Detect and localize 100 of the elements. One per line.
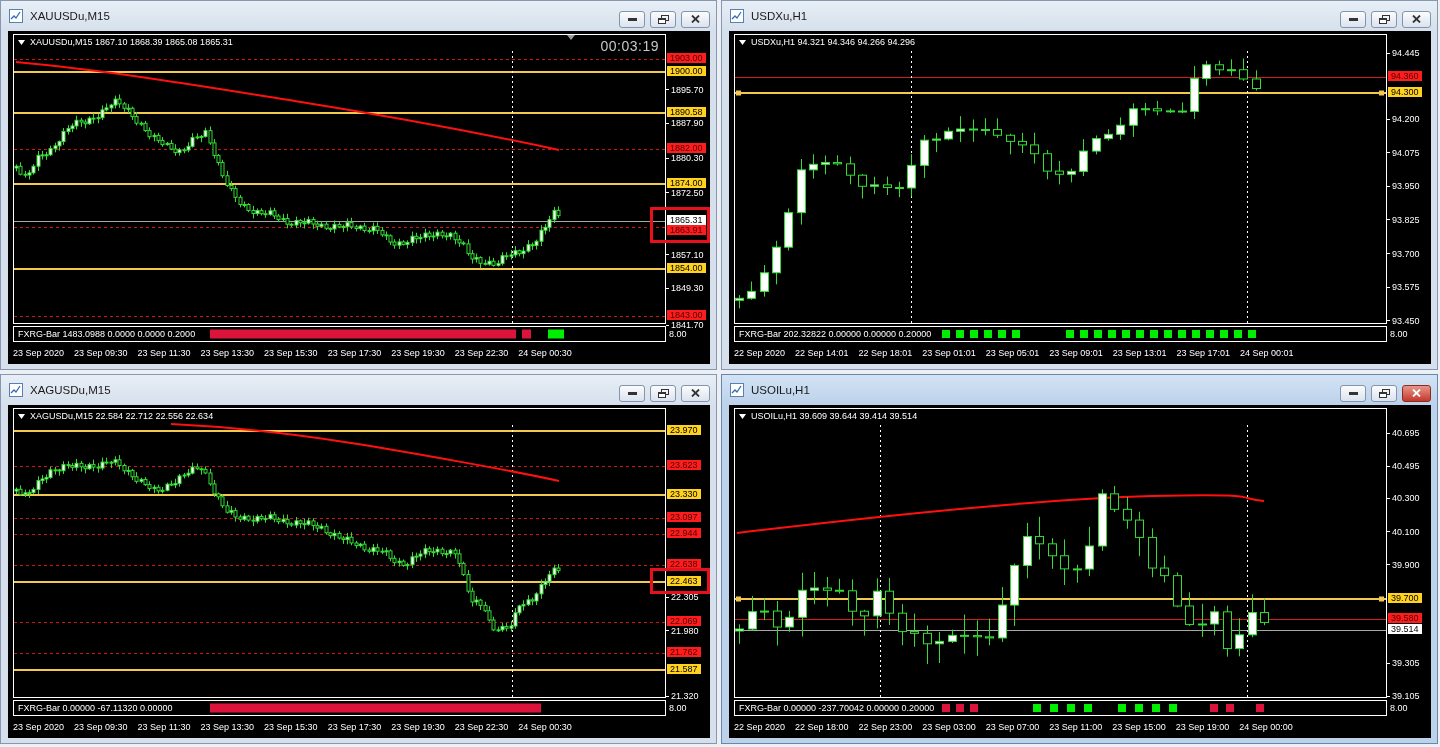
signal-square [1094, 330, 1102, 338]
caret-icon[interactable] [739, 39, 746, 45]
signal-square [1192, 330, 1200, 338]
time-axis-label: 24 Sep 00:01 [1240, 348, 1294, 360]
chart-header: XAGUSDu,M15 22.584 22.712 22.556 22.634 [30, 411, 214, 421]
signal-square [1206, 330, 1214, 338]
chart-header: USOILu,H1 39.609 39.644 39.414 39.514 [751, 411, 918, 421]
close-button[interactable] [681, 10, 710, 28]
signal-square [1118, 704, 1126, 712]
signal-square [1220, 330, 1228, 338]
time-axis-label: 23 Sep 13:01 [1112, 348, 1167, 360]
minimize-button[interactable] [619, 10, 645, 28]
price-tag: 1843.00 [667, 310, 706, 321]
indicator-bar [522, 329, 531, 339]
price-axis-label: 1887.90 [666, 118, 704, 129]
time-axis-label: 23 Sep 13:30 [200, 348, 255, 360]
price-axis-label: 93.950 [1387, 181, 1420, 192]
caret-icon[interactable] [18, 413, 25, 419]
price-axis-label: 93.700 [1387, 248, 1420, 259]
price-tag: 1863.91 [667, 224, 706, 235]
price-axis-label: 39.900 [1387, 559, 1420, 570]
restore-icon [1378, 14, 1390, 24]
minimize-button[interactable] [1340, 10, 1366, 28]
minimize-icon [627, 17, 637, 21]
price-axis-label: 1895.70 [666, 84, 704, 95]
price-axis-label: 94.200 [1387, 114, 1420, 125]
triangle-marker-icon [567, 35, 575, 40]
signal-square [1234, 330, 1242, 338]
price-axis-label: 40.100 [1387, 526, 1420, 537]
price-tag: 22.463 [667, 576, 701, 587]
time-axis-label: 23 Sep 17:30 [327, 348, 382, 360]
caret-icon[interactable] [739, 413, 746, 419]
signal-square [1226, 704, 1234, 712]
price-tag: 1900.00 [667, 66, 706, 77]
signal-square [970, 330, 978, 338]
price-tag: 22.638 [667, 558, 701, 569]
price-axis-label: 93.825 [1387, 214, 1420, 225]
signal-square [998, 330, 1006, 338]
signal-square [1150, 330, 1158, 338]
signal-square [1248, 330, 1256, 338]
signal-square [1210, 704, 1218, 712]
close-button[interactable] [1402, 10, 1431, 28]
restore-button[interactable] [650, 10, 676, 28]
price-tag: 39.580 [1388, 612, 1422, 623]
indicator-scale-label: 8.00 [1389, 328, 1409, 341]
price-tag: 39.514 [1388, 623, 1422, 634]
chart-header: XAUUSDu,M15 1867.10 1868.39 1865.08 1865.31 [30, 37, 233, 47]
close-button[interactable] [1402, 384, 1431, 402]
signal-square [1169, 704, 1177, 712]
time-axis-label: 22 Sep 18:00 [795, 722, 849, 734]
minimize-button[interactable] [619, 384, 645, 402]
minimize-button[interactable] [1340, 384, 1366, 402]
close-icon [691, 15, 700, 23]
time-axis-label: 22 Sep 14:01 [795, 348, 849, 360]
time-axis-label: 23 Sep 2020 [13, 348, 65, 360]
price-tag: 1874.00 [667, 177, 706, 188]
time-axis-label: 23 Sep 17:30 [327, 722, 382, 734]
minimize-icon [627, 391, 637, 395]
signal-square [942, 704, 950, 712]
price-tag: 1903.00 [667, 53, 706, 64]
price-axis-label: 40.495 [1387, 461, 1420, 472]
time-axis-label: 23 Sep 09:30 [74, 722, 128, 734]
signal-square [984, 330, 992, 338]
time-axis-label: 23 Sep 19:00 [1175, 722, 1230, 734]
minimize-icon [1348, 17, 1358, 21]
time-axis-label: 23 Sep 17:01 [1176, 348, 1230, 360]
signal-square [942, 330, 950, 338]
restore-icon [657, 14, 669, 24]
restore-button[interactable] [650, 384, 676, 402]
signal-square [956, 330, 964, 338]
signal-square [1080, 330, 1088, 338]
restore-button[interactable] [1371, 384, 1397, 402]
price-tag: 94.300 [1388, 87, 1422, 98]
close-button[interactable] [681, 384, 710, 402]
price-axis-label: 40.300 [1387, 493, 1420, 504]
time-axis-label: 23 Sep 22:30 [454, 348, 509, 360]
price-axis-label: 21.320 [666, 691, 699, 701]
price-tag: 21.587 [667, 664, 701, 675]
chart-document-icon [729, 8, 745, 24]
signal-square [1084, 704, 1092, 712]
window-title: USOILu,H1 [751, 384, 810, 396]
time-axis-label: 23 Sep 01:01 [922, 348, 976, 360]
chart-document-icon [8, 8, 24, 24]
price-axis-label: 1880.30 [666, 153, 704, 164]
time-axis-label: 23 Sep 05:01 [985, 348, 1040, 360]
indicator-scale-label: 8.00 [668, 328, 688, 341]
price-axis-label: 39.105 [1387, 691, 1420, 702]
price-axis-label: 39.305 [1387, 658, 1420, 669]
time-axis-label: 23 Sep 07:00 [985, 722, 1040, 734]
chart-header: USDXu,H1 94.321 94.346 94.266 94.296 [751, 37, 916, 47]
price-tag: 23.623 [667, 459, 701, 470]
price-tag: 23.970 [667, 424, 701, 435]
signal-square [1256, 704, 1264, 712]
restore-button[interactable] [1371, 10, 1397, 28]
price-tag: 23.330 [667, 488, 701, 499]
indicator-bar [548, 329, 564, 339]
signal-square [1012, 330, 1020, 338]
chart-document-icon [8, 382, 24, 398]
caret-icon[interactable] [18, 39, 25, 45]
time-axis-label: 23 Sep 09:01 [1049, 348, 1103, 360]
